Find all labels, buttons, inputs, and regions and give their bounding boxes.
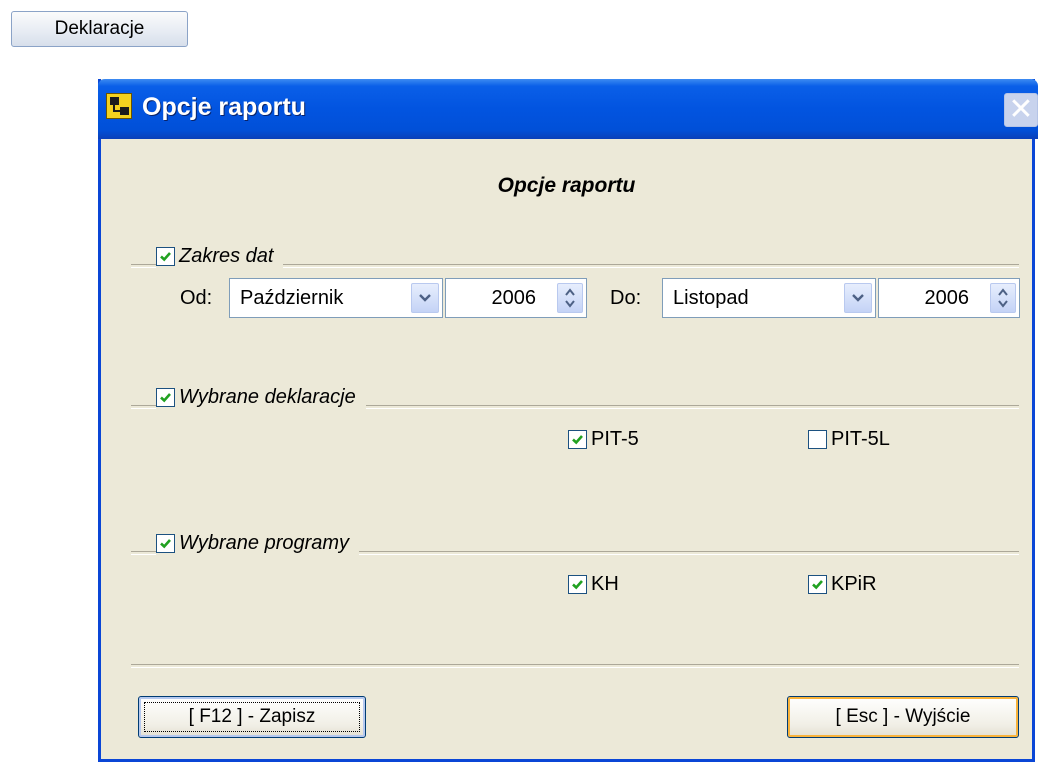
date-range-label: Zakres dat: [179, 244, 274, 267]
to-month-value: Listopad: [673, 287, 749, 309]
from-month-value: Październik: [240, 287, 344, 309]
to-label: Do:: [610, 287, 642, 309]
declarations-label: Wybrane deklaracje: [179, 385, 356, 408]
from-year-spinner[interactable]: 2006: [445, 278, 587, 318]
close-icon[interactable]: ✕: [1004, 93, 1038, 127]
programs-header: Wybrane programy: [156, 529, 360, 557]
programs-group: Wybrane programy: [131, 529, 1019, 569]
kpir-checkbox[interactable]: [808, 575, 827, 594]
from-month-select[interactable]: Październik: [229, 278, 443, 318]
pit5-label: PIT-5: [591, 428, 639, 450]
title-bar: Opcje raportu ✕: [98, 79, 1038, 139]
chevron-down-icon[interactable]: [411, 283, 439, 313]
to-year-value: 2006: [924, 287, 970, 309]
report-options-dialog: Opcje raportu ✕ Opcje raportu Zakres dat…: [98, 79, 1038, 762]
from-year-value: 2006: [491, 287, 537, 309]
to-month-select[interactable]: Listopad: [662, 278, 876, 318]
exit-button-label: [ Esc ] - Wyjście: [835, 706, 971, 727]
chevron-down-icon[interactable]: [844, 283, 872, 313]
date-range-checkbox[interactable]: [156, 246, 175, 266]
date-range-header: Zakres dat: [156, 242, 284, 270]
pit5-checkbox[interactable]: [568, 430, 587, 449]
declarations-button[interactable]: Deklaracje: [11, 11, 188, 47]
kpir-label: KPiR: [831, 573, 877, 595]
option-pit5l[interactable]: PIT-5L: [808, 428, 890, 451]
save-button[interactable]: [ F12 ] - Zapisz: [138, 696, 366, 738]
dialog-title: Opcje raportu: [142, 93, 306, 121]
spinner-arrows-icon[interactable]: [557, 283, 583, 313]
exit-button[interactable]: [ Esc ] - Wyjście: [787, 696, 1019, 738]
declarations-header: Wybrane deklaracje: [156, 383, 366, 411]
option-kh[interactable]: KH: [568, 573, 619, 596]
pit5l-label: PIT-5L: [831, 428, 890, 450]
programs-label: Wybrane programy: [179, 531, 350, 554]
option-kpir[interactable]: KPiR: [808, 573, 877, 596]
spinner-arrows-icon[interactable]: [990, 283, 1016, 313]
option-pit5[interactable]: PIT-5: [568, 428, 639, 451]
kh-label: KH: [591, 573, 619, 595]
to-year-spinner[interactable]: 2006: [878, 278, 1020, 318]
from-label: Od:: [180, 287, 213, 309]
dialog-heading: Opcje raportu: [497, 174, 636, 197]
declarations-group: Wybrane deklaracje: [131, 383, 1019, 423]
kh-checkbox[interactable]: [568, 575, 587, 594]
programs-checkbox[interactable]: [156, 533, 175, 553]
declarations-checkbox[interactable]: [156, 387, 175, 407]
pit5l-checkbox[interactable]: [808, 430, 827, 449]
divider: [131, 664, 1019, 668]
app-icon: [106, 93, 132, 119]
